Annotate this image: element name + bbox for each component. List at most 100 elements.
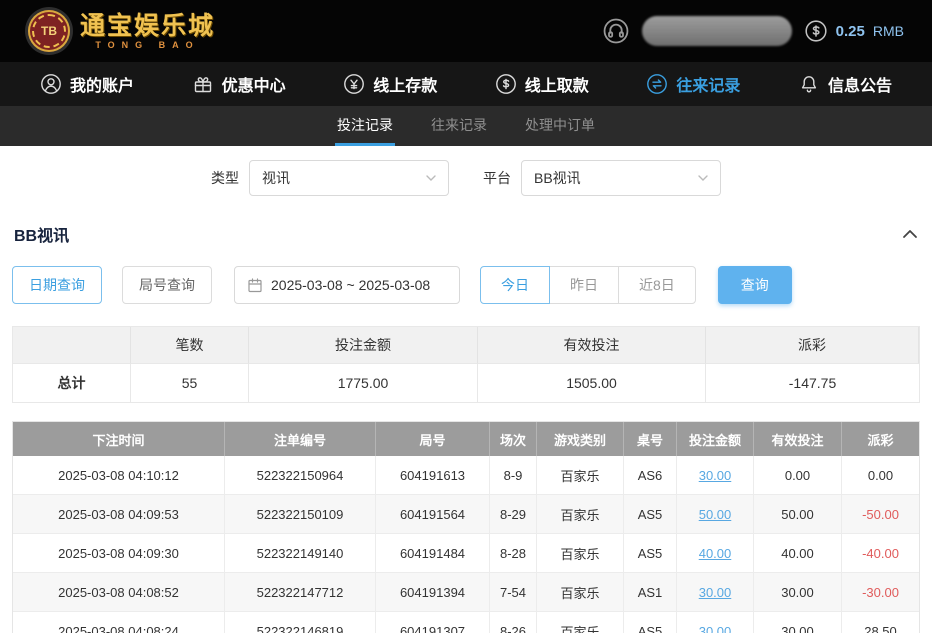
nav-item-promotions[interactable]: 优惠中心 [192, 72, 286, 96]
cell-time: 2025-03-08 04:09:30 [13, 534, 225, 572]
cell-round: 604191394 [376, 573, 490, 611]
bell-icon [798, 73, 820, 95]
summary-header-blank [13, 327, 131, 364]
gift-icon [192, 73, 214, 95]
sub-nav: 投注记录 往来记录 处理中订单 [0, 106, 932, 146]
nav-item-records[interactable]: 往来记录 [646, 72, 740, 96]
logo-text: 通宝娱乐城 TONG BAO [80, 13, 215, 50]
nav-item-deposit[interactable]: 线上存款 [343, 72, 437, 96]
bet-amount-link[interactable]: 40.00 [677, 534, 754, 572]
filter-row: 类型 视讯 平台 BB视讯 [12, 160, 920, 196]
header-time: 下注时间 [13, 422, 225, 456]
tab-pending-orders[interactable]: 处理中订单 [523, 106, 597, 146]
nav-item-withdraw[interactable]: 线上取款 [495, 72, 589, 96]
bet-amount-link[interactable]: 30.00 [677, 456, 754, 494]
topbar-right: 0.25 RMB [602, 16, 904, 46]
cell-valid: 30.00 [754, 573, 842, 611]
summary-total-count: 55 [131, 364, 249, 402]
table-header-row: 下注时间 注单编号 局号 场次 游戏类别 桌号 投注金额 有效投注 派彩 [13, 422, 919, 456]
cell-order: 522322146819 [225, 612, 376, 633]
bet-amount-link[interactable]: 30.00 [677, 612, 754, 633]
nav-label: 往来记录 [676, 72, 740, 96]
bet-amount-link[interactable]: 50.00 [677, 495, 754, 533]
last-8-days-button[interactable]: 近8日 [618, 266, 696, 304]
logo[interactable]: TB 通宝娱乐城 TONG BAO [28, 10, 215, 52]
cell-round: 604191613 [376, 456, 490, 494]
cell-round: 604191307 [376, 612, 490, 633]
type-filter-group: 类型 视讯 [211, 160, 449, 196]
logo-subtitle: TONG BAO [95, 40, 199, 50]
nav-label: 优惠中心 [222, 72, 286, 96]
page: TB 通宝娱乐城 TONG BAO 0.25 RMB 我的账户 [0, 0, 932, 633]
cell-session: 8-26 [490, 612, 537, 633]
date-query-button[interactable]: 日期查询 [12, 266, 102, 304]
cell-game: 百家乐 [537, 456, 624, 494]
cell-order: 522322147712 [225, 573, 376, 611]
header-payout: 派彩 [842, 422, 919, 456]
cell-valid: 0.00 [754, 456, 842, 494]
cell-session: 7-54 [490, 573, 537, 611]
chevron-up-icon[interactable] [902, 229, 918, 239]
cell-time: 2025-03-08 04:09:53 [13, 495, 225, 533]
logo-title: 通宝娱乐城 [80, 13, 215, 39]
bet-amount-link[interactable]: 30.00 [677, 573, 754, 611]
tab-bet-records[interactable]: 投注记录 [335, 106, 395, 146]
round-query-button[interactable]: 局号查询 [122, 266, 212, 304]
chip-badge: TB [41, 24, 57, 38]
type-label: 类型 [211, 168, 239, 188]
cell-payout: -30.00 [842, 573, 919, 611]
cell-game: 百家乐 [537, 534, 624, 572]
date-range-input[interactable]: 2025-03-08 ~ 2025-03-08 [234, 266, 460, 304]
cell-order: 522322150964 [225, 456, 376, 494]
cell-order: 522322149140 [225, 534, 376, 572]
balance[interactable]: 0.25 RMB [804, 19, 904, 43]
cell-round: 604191564 [376, 495, 490, 533]
type-select-value: 视讯 [262, 168, 290, 188]
table-row: 2025-03-08 04:08:52 522322147712 6041913… [13, 573, 919, 612]
service-icon[interactable] [602, 17, 630, 45]
yesterday-button[interactable]: 昨日 [549, 266, 619, 304]
header-round: 局号 [376, 422, 490, 456]
tab-transfer-records[interactable]: 往来记录 [429, 106, 489, 146]
date-range-value: 2025-03-08 ~ 2025-03-08 [271, 277, 430, 293]
query-controls: 日期查询 局号查询 2025-03-08 ~ 2025-03-08 今日 昨日 … [12, 266, 920, 304]
search-button[interactable]: 查询 [718, 266, 792, 304]
section-header: BB视讯 [12, 222, 920, 246]
transfer-records-icon [646, 73, 668, 95]
cell-payout: 0.00 [842, 456, 919, 494]
dollar-icon [804, 19, 828, 43]
cell-table-no: AS5 [624, 612, 677, 633]
nav-item-announcements[interactable]: 信息公告 [798, 72, 892, 96]
platform-select[interactable]: BB视讯 [521, 160, 721, 196]
casino-chip-icon: TB [28, 10, 70, 52]
summary-total-valid: 1505.00 [478, 364, 706, 402]
nav-label: 线上取款 [525, 72, 589, 96]
cell-session: 8-28 [490, 534, 537, 572]
nav-item-my-account[interactable]: 我的账户 [40, 72, 134, 96]
cell-order: 522322150109 [225, 495, 376, 533]
summary-header-bet: 投注金额 [249, 327, 478, 364]
summary-header-valid: 有效投注 [478, 327, 706, 364]
section-title: BB视讯 [14, 222, 69, 246]
deposit-coin-icon [343, 73, 365, 95]
header-table-no: 桌号 [624, 422, 677, 456]
platform-label: 平台 [483, 168, 511, 188]
table-row: 2025-03-08 04:10:12 522322150964 6041916… [13, 456, 919, 495]
top-bar: TB 通宝娱乐城 TONG BAO 0.25 RMB [0, 0, 932, 62]
cell-table-no: AS1 [624, 573, 677, 611]
cell-payout: -50.00 [842, 495, 919, 533]
today-button[interactable]: 今日 [480, 266, 550, 304]
header-bet: 投注金额 [677, 422, 754, 456]
summary-header-count: 笔数 [131, 327, 249, 364]
nav-label: 我的账户 [70, 72, 134, 96]
summary-header-row: 笔数 投注金额 有效投注 派彩 [13, 327, 919, 364]
summary-total-payout: -147.75 [706, 364, 919, 402]
summary-total-row: 总计 55 1775.00 1505.00 -147.75 [13, 364, 919, 402]
cell-session: 8-9 [490, 456, 537, 494]
cell-time: 2025-03-08 04:10:12 [13, 456, 225, 494]
type-select[interactable]: 视讯 [249, 160, 449, 196]
cell-payout: -40.00 [842, 534, 919, 572]
quick-range-group: 今日 昨日 近8日 [480, 266, 696, 304]
cell-round: 604191484 [376, 534, 490, 572]
cell-valid: 50.00 [754, 495, 842, 533]
